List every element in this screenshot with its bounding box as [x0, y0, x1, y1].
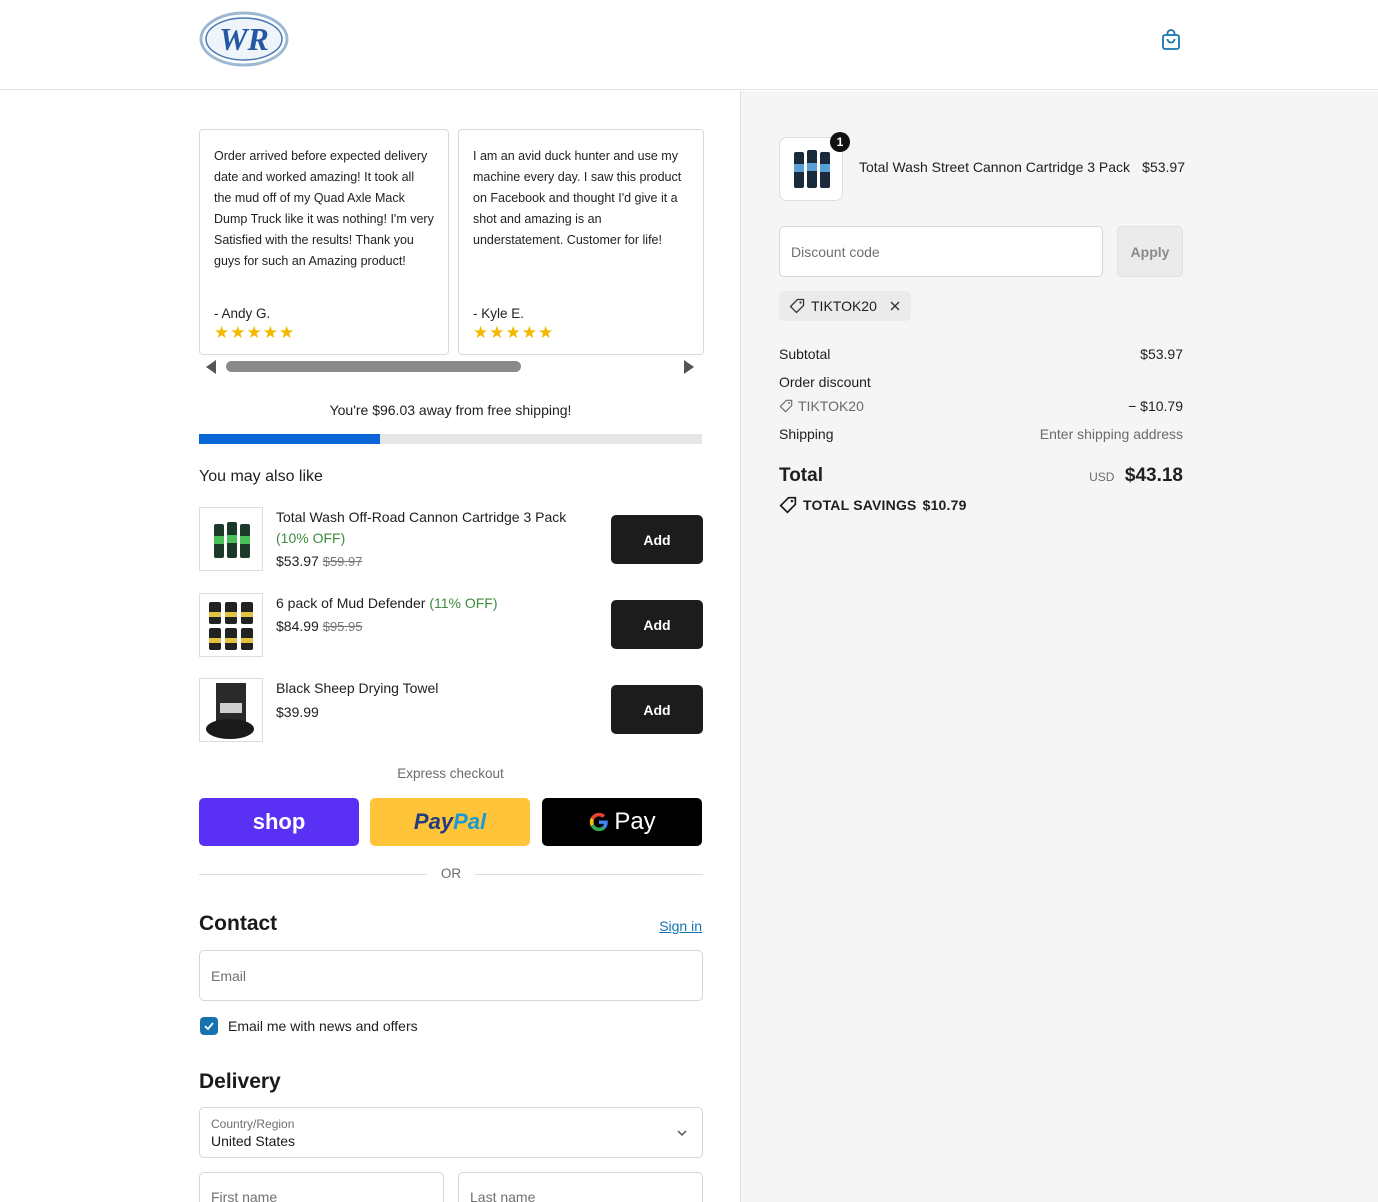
quantity-badge: 1 — [830, 132, 850, 152]
google-g-icon — [590, 812, 609, 832]
first-name-field[interactable]: First name — [199, 1172, 444, 1202]
logo-text: WR — [219, 21, 269, 57]
free-shipping-progress-fill — [199, 434, 381, 444]
total-savings-label: TOTAL SAVINGS — [803, 497, 917, 513]
paypal-button[interactable]: Pay Pal — [370, 798, 530, 846]
total-label: Total — [779, 465, 823, 486]
discount-code-input[interactable]: Discount code — [779, 226, 1103, 277]
last-name-field[interactable]: Last name — [458, 1172, 703, 1202]
upsell-price: $39.99 — [276, 704, 319, 720]
total-savings-value: $10.79 — [922, 497, 967, 513]
google-pay-label: Pay — [614, 808, 656, 835]
delivery-title: Delivery — [199, 1070, 281, 1093]
add-upsell-button[interactable]: Add — [611, 515, 703, 564]
contact-title: Contact — [199, 912, 278, 935]
order-discount-label: Order discount — [779, 374, 871, 390]
shop-pay-button[interactable]: shop — [199, 798, 359, 846]
upsell-info: 6 pack of Mud Defender (11% OFF) $84.99 … — [276, 593, 596, 637]
scroll-right-arrow-icon[interactable] — [684, 360, 694, 374]
site-header: WR — [0, 0, 1378, 90]
currency-code: USD — [1089, 470, 1115, 484]
apply-discount-button[interactable]: Apply — [1117, 226, 1183, 277]
newsletter-label: Email me with news and offers — [228, 1018, 418, 1034]
savings-tag-icon — [779, 496, 797, 514]
review-card: I am an avid duck hunter and use my mach… — [458, 129, 704, 355]
review-stars: ★★★★★ — [473, 323, 555, 342]
subtotal-label: Subtotal — [779, 346, 831, 362]
google-pay-button[interactable]: Pay — [542, 798, 702, 846]
scrollbar-thumb[interactable] — [226, 361, 521, 372]
upsell-item: Black Sheep Drying Towel $39.99 Add — [199, 678, 703, 744]
newsletter-checkbox-row[interactable]: Email me with news and offers — [200, 1017, 418, 1035]
country-label: Country/Region — [211, 1117, 295, 1131]
upsell-title: You may also like — [199, 468, 323, 485]
add-upsell-button[interactable]: Add — [611, 685, 703, 734]
review-stars: ★★★★★ — [214, 323, 296, 342]
upsell-item: 6 pack of Mud Defender (11% OFF) $84.99 … — [199, 593, 703, 659]
review-text: Order arrived before expected delivery d… — [214, 149, 434, 268]
product-thumbnail — [199, 678, 263, 742]
subtotal-row: Subtotal $53.97 — [779, 346, 1183, 362]
applied-code-label: TIKTOK20 — [811, 298, 877, 314]
upsell-compare-price: $95.95 — [322, 619, 363, 634]
free-shipping-progress — [199, 434, 702, 444]
newsletter-checkbox[interactable] — [200, 1017, 218, 1035]
total-row: Total USD $43.18 — [779, 465, 1183, 487]
upsell-name: Total Wash Off-Road Cannon Cartridge 3 P… — [276, 509, 567, 525]
order-discount-code: TIKTOK20 — [798, 398, 864, 414]
upsell-discount: (11% OFF) — [429, 595, 498, 611]
order-discount-code-row: TIKTOK20 − $10.79 — [779, 398, 1183, 414]
scroll-left-arrow-icon[interactable] — [206, 360, 216, 374]
tag-icon — [779, 399, 793, 413]
upsell-price: $84.99 — [276, 618, 319, 634]
email-field[interactable]: Email — [199, 950, 703, 1001]
cart-item-name: Total Wash Street Cannon Cartridge 3 Pac… — [859, 159, 1131, 175]
total-value: $43.18 — [1124, 465, 1183, 486]
review-author: - Kyle E. — [473, 306, 525, 321]
paypal-label-pal: Pal — [453, 809, 487, 834]
subtotal-value: $53.97 — [1140, 346, 1183, 362]
checkmark-icon — [204, 1022, 214, 1031]
sign-in-link[interactable]: Sign in — [659, 918, 702, 934]
product-thumbnail — [199, 593, 263, 657]
order-summary: 1 Total Wash Street Cannon Cartridge 3 P… — [740, 91, 1378, 1202]
shipping-row: Shipping Enter shipping address — [779, 426, 1183, 442]
product-thumbnail — [199, 507, 263, 571]
country-select[interactable]: Country/Region United States — [199, 1107, 703, 1158]
or-divider: OR — [199, 864, 703, 884]
order-discount-value: − $10.79 — [1128, 398, 1183, 414]
total-savings: TOTAL SAVINGS $10.79 — [779, 496, 967, 514]
tag-icon — [789, 298, 805, 314]
review-text: I am an avid duck hunter and use my mach… — [473, 149, 682, 247]
upsell-info: Total Wash Off-Road Cannon Cartridge 3 P… — [276, 507, 596, 572]
upsell-info: Black Sheep Drying Towel $39.99 — [276, 678, 596, 723]
applied-discount-chip: TIKTOK20 — [779, 291, 911, 321]
upsell-price: $53.97 — [276, 553, 319, 569]
upsell-compare-price: $59.97 — [322, 554, 363, 569]
upsell-discount: (10% OFF) — [276, 530, 346, 546]
free-shipping-message: You're $96.03 away from free shipping! — [329, 402, 572, 418]
upsell-name: Black Sheep Drying Towel — [276, 680, 439, 696]
cart-item-price: $53.97 — [1142, 159, 1185, 175]
country-value: United States — [211, 1133, 296, 1149]
add-upsell-button[interactable]: Add — [611, 600, 703, 649]
review-card: Order arrived before expected delivery d… — [199, 129, 449, 355]
upsell-name: 6 pack of Mud Defender — [276, 595, 426, 611]
chevron-down-icon — [677, 1130, 687, 1137]
shopping-bag-icon[interactable] — [1159, 28, 1183, 52]
express-checkout-label: Express checkout — [397, 766, 504, 781]
shipping-value: Enter shipping address — [1039, 426, 1183, 442]
shop-pay-label: shop — [252, 809, 306, 834]
shipping-label: Shipping — [779, 426, 834, 442]
remove-discount-icon[interactable] — [889, 300, 901, 312]
review-author: - Andy G. — [214, 306, 271, 321]
store-logo[interactable]: WR — [198, 8, 290, 70]
cart-line-item: 1 Total Wash Street Cannon Cartridge 3 P… — [779, 132, 1185, 201]
upsell-item: Total Wash Off-Road Cannon Cartridge 3 P… — [199, 507, 703, 573]
reviews-scrollbar[interactable] — [203, 359, 697, 375]
checkout-main: Order arrived before expected delivery d… — [0, 91, 740, 1202]
order-discount-row: Order discount — [779, 374, 1183, 390]
paypal-label-pay: Pay — [413, 809, 454, 834]
